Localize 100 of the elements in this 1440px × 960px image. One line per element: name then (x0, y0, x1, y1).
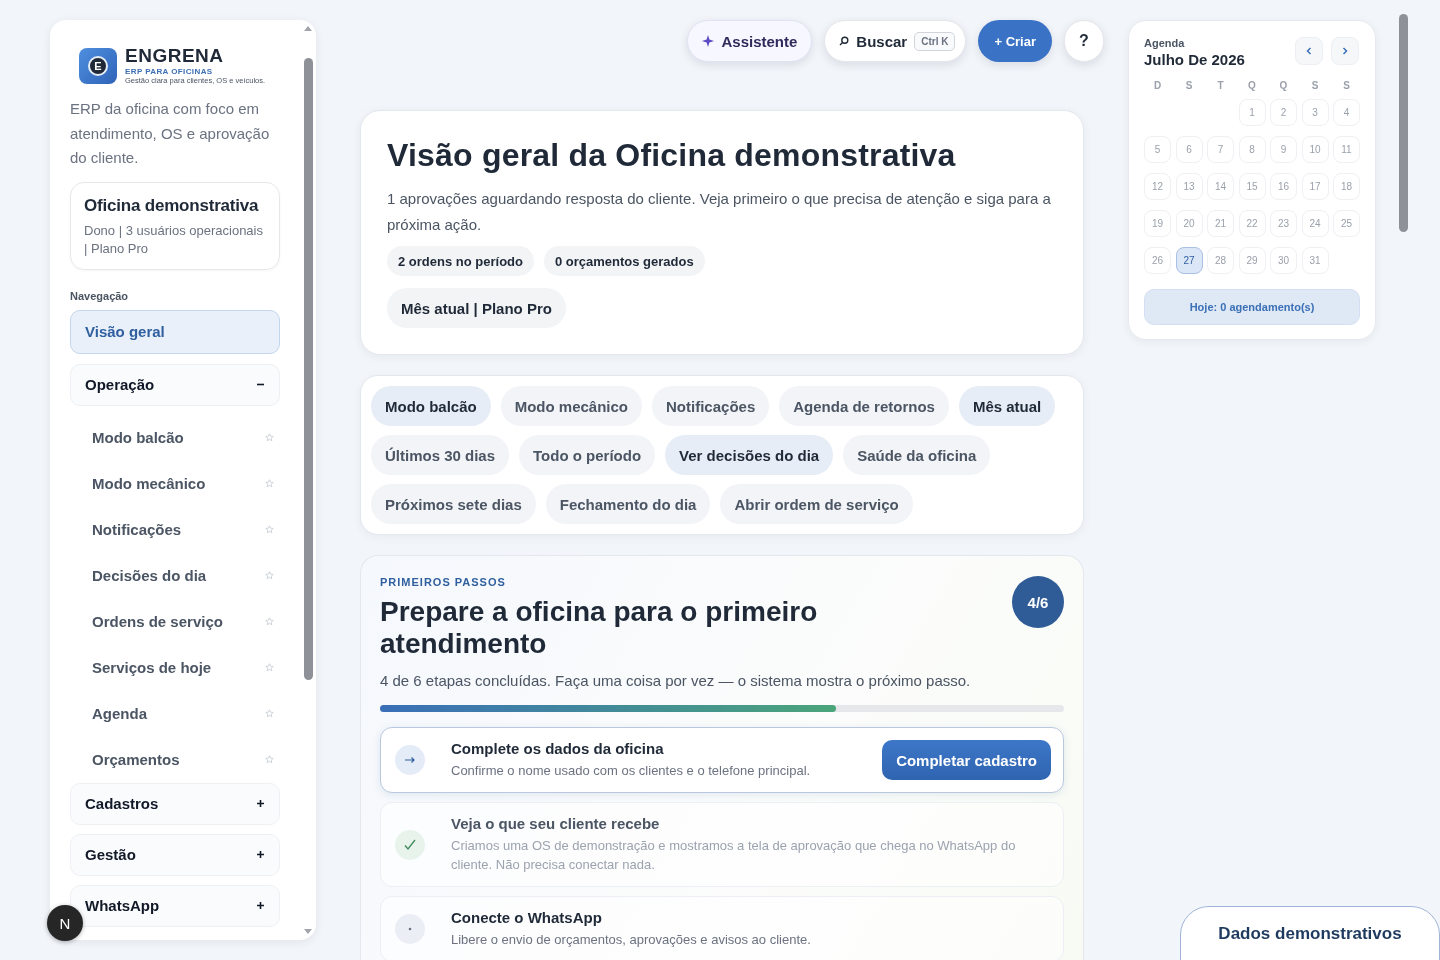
calendar-day[interactable]: 12 (1144, 173, 1171, 200)
calendar-day[interactable]: 22 (1238, 210, 1266, 237)
weekday-label: T (1216, 80, 1225, 91)
calendar-day[interactable]: 13 (1175, 173, 1203, 200)
help-button[interactable]: ? (1064, 20, 1104, 62)
shortcut-chip[interactable]: Abrir ordem de serviço (720, 484, 913, 524)
calendar-day[interactable]: 18 (1333, 173, 1360, 200)
sidebar-description: ERP da oficina com foco em atendimento, OS e aprovação do cliente. (70, 99, 271, 168)
today-button[interactable]: Hoje: 0 agendamento(s) (1144, 289, 1360, 325)
shortcut-chip[interactable]: Últimos 30 dias (371, 435, 510, 475)
shortcut-chip[interactable]: Próximos sete dias (371, 484, 536, 524)
nav-item[interactable]: Notificações (70, 506, 280, 553)
calendar-label: Agenda (1144, 37, 1186, 49)
assistant-button[interactable]: Assistente (687, 20, 813, 62)
nav-group[interactable]: Gestão (70, 833, 280, 876)
shortcut-key: Ctrl K (914, 31, 956, 51)
search-button[interactable]: Buscar Ctrl K (824, 20, 967, 62)
calendar-day[interactable]: 4 (1333, 99, 1360, 126)
nav-item[interactable]: Orçamentos (70, 736, 280, 783)
nav-item[interactable]: Modo balcão (70, 414, 280, 461)
weekday-label: S (1342, 80, 1351, 91)
demo-data-badge[interactable]: Dados demonstrativos (1180, 906, 1440, 960)
nav-item[interactable]: Serviços de hoje (70, 644, 280, 691)
star-icon (265, 617, 274, 626)
calendar-day[interactable]: 8 (1238, 136, 1266, 163)
shortcut-chip[interactable]: Modo mecânico (500, 386, 643, 426)
step-text: Libere o envio de orçamentos, aprovações e avisos ao cliente. (451, 931, 812, 949)
scrollbar-thumb[interactable] (304, 58, 313, 680)
calendar-day[interactable]: 17 (1301, 173, 1329, 200)
avatar-letter: N (59, 914, 71, 932)
shortcut-chip[interactable]: Modo balcão (371, 386, 491, 426)
calendar-day[interactable]: 20 (1175, 210, 1203, 237)
weekday-label: Q (1278, 80, 1289, 91)
star-icon (265, 755, 274, 764)
star-icon (265, 709, 274, 718)
nav-item[interactable]: Ordens de serviço (70, 598, 280, 645)
calendar-day[interactable]: 10 (1301, 136, 1329, 163)
nav-group[interactable]: Operação (70, 363, 280, 406)
calendar-day[interactable]: 31 (1301, 247, 1329, 274)
calendar-day[interactable]: 30 (1270, 247, 1297, 274)
section-text: 4 de 6 etapas concluídas. Faça uma coisa por vez — o sistema mostra o próximo passo. (380, 672, 972, 689)
calendar-day[interactable]: 9 (1270, 136, 1297, 163)
search-icon (839, 36, 850, 46)
shortcut-chip[interactable]: Saúde da oficina (843, 435, 991, 475)
weekday-label: D (1152, 80, 1163, 91)
star-icon (265, 433, 274, 442)
complete-button[interactable]: Completar cadastro (882, 740, 1051, 780)
shortcut-chip[interactable]: Agenda de retornos (779, 386, 949, 426)
nav-group[interactable]: WhatsApp (70, 884, 280, 927)
calendar-day[interactable]: 11 (1333, 136, 1360, 163)
calendar-day[interactable]: 3 (1301, 99, 1329, 126)
stat-chip: 2 ordens no período (387, 246, 534, 276)
step-text: Criamos uma OS de demonstração e mostramos a tela de aprovação que chega no WhatsApp do cliente. Não precisa conectar nada. (451, 837, 1017, 874)
check-icon (395, 829, 425, 860)
calendar-day[interactable]: 21 (1207, 210, 1234, 237)
section-label: Navegação (70, 289, 130, 302)
calendar-day[interactable]: 2 (1270, 99, 1297, 126)
step-title: Veja o que seu cliente recebe (451, 815, 661, 832)
logo-icon: E (79, 47, 117, 84)
scroll-up-icon[interactable] (304, 26, 312, 31)
shortcut-chip[interactable]: Ver decisões do dia (665, 435, 834, 475)
calendar-day[interactable]: 23 (1270, 210, 1297, 237)
progress-badge: 4/6 (1012, 576, 1064, 628)
star-icon (265, 479, 274, 488)
nav-item[interactable]: Decisões do dia (70, 552, 280, 599)
nav-item[interactable]: Visão geral (70, 309, 280, 354)
calendar-day[interactable]: 7 (1207, 136, 1234, 163)
calendar-day[interactable]: 29 (1238, 247, 1266, 274)
scrollbar-thumb[interactable] (1399, 14, 1408, 232)
calendar-day[interactable]: 14 (1207, 173, 1234, 200)
next-month-button[interactable] (1331, 37, 1359, 65)
nav-group[interactable]: Cadastros (70, 782, 280, 825)
create-button[interactable]: + Criar (978, 20, 1052, 62)
previous-month-button[interactable] (1295, 37, 1323, 65)
calendar-day[interactable]: 5 (1144, 136, 1171, 163)
chevron-right-icon (1342, 47, 1348, 55)
shortcut-chip[interactable]: Fechamento do dia (545, 484, 711, 524)
shortcut-chip[interactable]: Notificações (652, 386, 770, 426)
shortcut-chip[interactable]: Todo o período (519, 435, 656, 475)
calendar-day[interactable]: 1 (1238, 99, 1266, 126)
calendar-day[interactable]: 25 (1333, 210, 1360, 237)
chevron-left-icon (1306, 47, 1312, 55)
nav-item[interactable]: Modo mecânico (70, 460, 280, 507)
shortcut-chip[interactable]: Mês atual (958, 386, 1056, 426)
calendar-day[interactable]: 16 (1270, 173, 1297, 200)
scroll-down-icon[interactable] (304, 929, 312, 934)
weekday-label: S (1184, 80, 1194, 91)
workspace-details: Dono | 3 usuários operacionais | Plano Pro (84, 221, 264, 258)
calendar-day[interactable]: 27 (1175, 247, 1203, 274)
period-chip: Mês atual | Plano Pro (387, 288, 566, 328)
calendar-day[interactable]: 26 (1144, 247, 1171, 274)
calendar-day[interactable]: 24 (1301, 210, 1329, 237)
nav-item[interactable]: Agenda (70, 690, 280, 737)
calendar-day[interactable]: 6 (1175, 136, 1203, 163)
calendar-day[interactable]: 15 (1238, 173, 1266, 200)
brand-name: ENGRENA (125, 46, 225, 65)
step-text: Confirme o nome usado com os clientes e o telefone principal. (451, 762, 812, 780)
calendar-day[interactable]: 19 (1144, 210, 1171, 237)
calendar-day[interactable]: 28 (1207, 247, 1234, 274)
brand-tagline: ERP PARA OFICINAS (125, 67, 214, 76)
